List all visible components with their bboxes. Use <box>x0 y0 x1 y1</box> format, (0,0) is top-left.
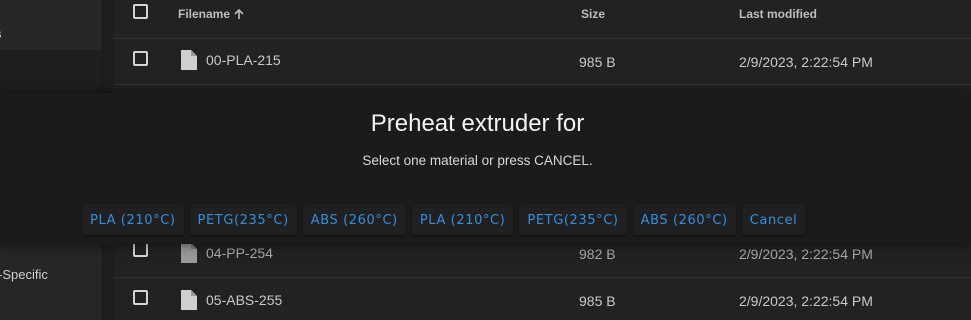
row-checkbox[interactable] <box>133 51 148 66</box>
preheat-dialog: Preheat extruder for Select one material… <box>0 93 971 244</box>
dialog-title: Preheat extruder for <box>370 110 585 137</box>
column-header-modified[interactable]: Last modified <box>739 7 817 21</box>
preheat-pla-button[interactable]: PLA (210°C) <box>82 205 184 235</box>
arrow-up-icon <box>234 8 244 19</box>
row-checkbox[interactable] <box>133 242 148 257</box>
filename-header-label: Filename <box>178 7 231 21</box>
preheat-pla-button-2[interactable]: PLA (210°C) <box>411 205 514 235</box>
file-modified: 2/9/2023, 2:22:54 PM <box>739 54 873 70</box>
file-icon <box>181 290 197 310</box>
sidebar-item-active-bg[interactable] <box>0 50 102 94</box>
file-size: 982 B <box>579 246 616 262</box>
app-root: s -Specific Filename Size Last modified … <box>0 0 971 320</box>
preheat-petg-button-2[interactable]: PETG(235°C) <box>519 205 627 235</box>
preheat-petg-button[interactable]: PETG(235°C) <box>189 205 297 235</box>
dialog-button-row: PLA (210°C) PETG(235°C) ABS (260°C) PLA … <box>82 205 806 235</box>
file-size: 985 B <box>579 54 616 70</box>
file-name[interactable]: 05-ABS-255 <box>206 292 282 308</box>
row-checkbox[interactable] <box>133 290 148 305</box>
table-row[interactable]: 00-PLA-215 985 B 2/9/2023, 2:22:54 PM <box>114 38 971 85</box>
file-size: 985 B <box>579 293 616 309</box>
table-row[interactable]: 05-ABS-255 985 B 2/9/2023, 2:22:54 PM <box>114 278 971 320</box>
sidebar-item-label[interactable]: s <box>0 26 2 41</box>
cancel-button[interactable]: Cancel <box>741 205 806 235</box>
file-name[interactable]: 00-PLA-215 <box>206 52 281 68</box>
preheat-abs-button-2[interactable]: ABS (260°C) <box>632 205 736 235</box>
column-header-size[interactable]: Size <box>581 7 605 21</box>
table-header: Filename Size Last modified <box>114 0 971 39</box>
file-modified: 2/9/2023, 2:22:54 PM <box>739 293 873 309</box>
select-all-checkbox[interactable] <box>133 4 148 19</box>
file-modified: 2/9/2023, 2:22:54 PM <box>739 246 873 262</box>
sidebar-section <box>0 244 102 320</box>
sidebar-item-label[interactable]: -Specific <box>0 267 48 282</box>
file-icon <box>181 243 197 263</box>
dialog-subtitle: Select one material or press CANCEL. <box>362 153 593 168</box>
column-header-filename[interactable]: Filename <box>178 7 245 21</box>
file-name[interactable]: 04-PP-254 <box>206 245 273 261</box>
file-icon <box>181 50 197 70</box>
preheat-abs-button[interactable]: ABS (260°C) <box>302 205 406 235</box>
